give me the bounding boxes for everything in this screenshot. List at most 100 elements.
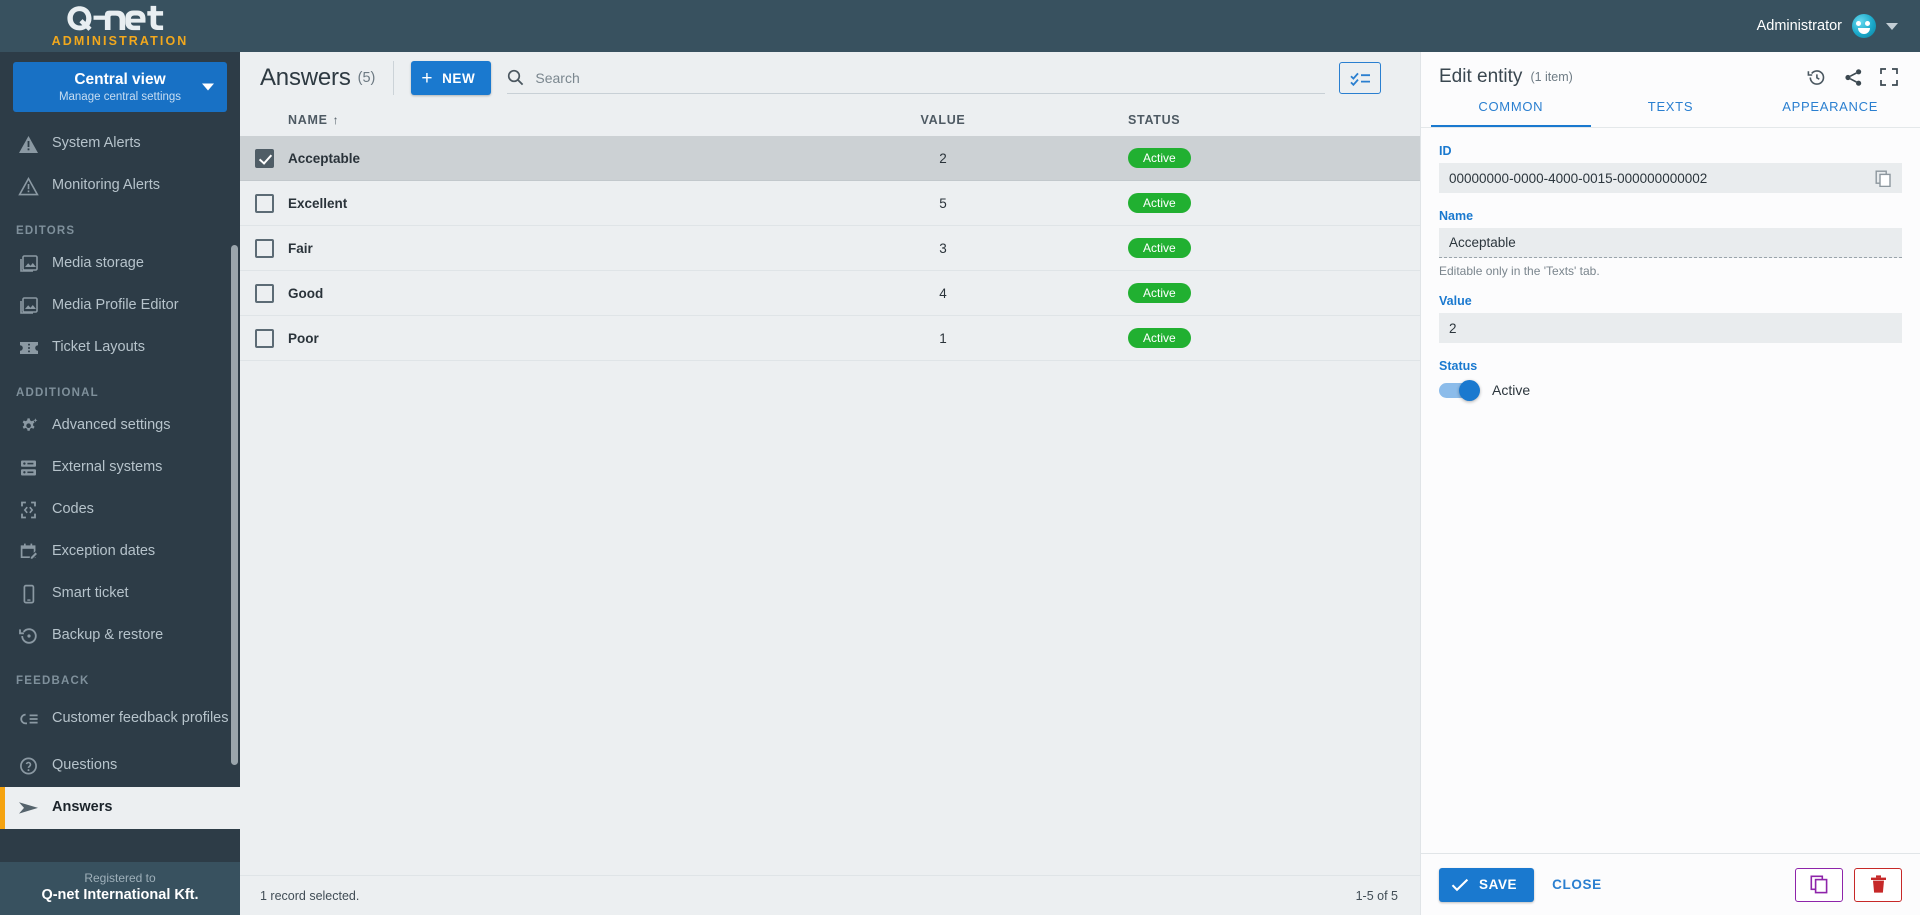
field-id: ID 00000000-0000-4000-0015-000000000002 xyxy=(1439,144,1902,193)
toolbar-divider xyxy=(393,61,395,95)
history-icon[interactable] xyxy=(1807,68,1827,87)
row-checkbox-cell[interactable] xyxy=(240,328,288,348)
sidebar-item-system-alerts[interactable]: System Alerts xyxy=(0,123,240,165)
tab-appearance[interactable]: APPEARANCE xyxy=(1750,99,1910,127)
add-new-label: NEW xyxy=(442,70,476,86)
name-field-hint: Editable only in the 'Texts' tab. xyxy=(1439,264,1600,278)
sidebar-item-exception-dates[interactable]: Exception dates xyxy=(0,531,240,573)
sidebar-item-label: Media storage xyxy=(52,255,144,272)
user-menu[interactable]: Administrator xyxy=(1757,14,1898,38)
sidebar-item-customer-feedback-profiles[interactable]: Customer feedback profiles xyxy=(0,693,240,745)
row-checkbox[interactable] xyxy=(254,193,274,213)
row-checkbox-cell[interactable] xyxy=(240,193,288,213)
checklist-icon xyxy=(1350,70,1371,86)
sidebar-item-label: Codes xyxy=(52,501,94,518)
row-checkbox[interactable] xyxy=(254,238,274,258)
sidebar-item-label: Customer feedback profiles xyxy=(52,710,229,727)
alert-outline-icon xyxy=(18,176,52,196)
panel-form: ID 00000000-0000-4000-0015-000000000002 … xyxy=(1421,128,1920,853)
content-toolbar: Answers (5) + NEW xyxy=(240,52,1420,104)
sidebar-nav: System Alerts Monitoring Alerts EDITORS … xyxy=(0,120,240,862)
row-value: 2 xyxy=(939,150,947,166)
save-button[interactable]: SAVE xyxy=(1439,867,1535,902)
row-checkbox[interactable] xyxy=(254,148,274,168)
sidebar-item-backup-restore[interactable]: Backup & restore xyxy=(0,615,240,657)
table-row[interactable]: Excellent 5 Active xyxy=(240,181,1420,226)
row-name: Poor xyxy=(288,330,319,346)
field-label-value: Value xyxy=(1439,294,1472,308)
selection-status-text: 1 record selected. xyxy=(260,888,360,903)
table-row[interactable]: Acceptable 2 Active xyxy=(240,136,1420,181)
id-value-box: 00000000-0000-4000-0015-000000000002 xyxy=(1439,163,1902,193)
table-row[interactable]: Poor 1 Active xyxy=(240,316,1420,361)
feedback-list-icon xyxy=(18,710,52,728)
sidebar-group-editors: EDITORS xyxy=(16,225,76,237)
table-row[interactable]: Good 4 Active xyxy=(240,271,1420,316)
close-button[interactable]: CLOSE xyxy=(1552,877,1602,892)
sidebar-scrollbar[interactable] xyxy=(231,245,238,765)
status-toggle[interactable] xyxy=(1439,379,1480,401)
row-name: Fair xyxy=(288,240,313,256)
id-value: 00000000-0000-4000-0015-000000000002 xyxy=(1449,170,1708,186)
field-status: Status Active xyxy=(1439,359,1902,401)
table-header-status[interactable]: STATUS xyxy=(1128,113,1373,127)
row-value: 1 xyxy=(939,330,947,346)
row-checkbox[interactable] xyxy=(254,283,274,303)
smiley-avatar-icon xyxy=(1852,14,1876,38)
central-view-title: Central view xyxy=(74,71,166,89)
search-icon xyxy=(507,69,524,86)
search-box[interactable] xyxy=(507,62,1326,94)
table-header-name[interactable]: NAME ↑ xyxy=(288,113,758,127)
calendar-edit-icon xyxy=(18,542,52,562)
sidebar-item-label: Advanced settings xyxy=(52,417,171,434)
sidebar: ADMINISTRATION Central view Manage centr… xyxy=(0,0,240,915)
row-status-cell: Active xyxy=(1128,238,1373,258)
question-circle-icon xyxy=(18,756,52,776)
sidebar-item-answers[interactable]: Answers xyxy=(0,787,240,829)
row-checkbox-cell[interactable] xyxy=(240,148,288,168)
sidebar-group-additional: ADDITIONAL xyxy=(16,387,99,399)
sidebar-item-smart-ticket[interactable]: Smart ticket xyxy=(0,573,240,615)
status-toggle-row: Active xyxy=(1439,379,1902,401)
chevron-down-icon xyxy=(202,83,214,91)
duplicate-button[interactable] xyxy=(1795,867,1843,902)
user-name-label: Administrator xyxy=(1756,18,1842,34)
sidebar-item-ticket-layouts[interactable]: Ticket Layouts xyxy=(0,327,240,369)
page-title: Answers xyxy=(260,64,351,91)
sidebar-item-label: Answers xyxy=(52,799,113,816)
sidebar-group-feedback: FEEDBACK xyxy=(16,675,90,687)
plus-icon: + xyxy=(421,67,434,89)
copy-icon[interactable] xyxy=(1875,170,1892,187)
tab-texts[interactable]: TEXTS xyxy=(1591,99,1751,127)
logo-subtitle: ADMINISTRATION xyxy=(51,33,189,48)
sidebar-item-codes[interactable]: Codes xyxy=(0,489,240,531)
table-header-value[interactable]: VALUE xyxy=(758,113,1128,127)
edit-entity-panel: Edit entity (1 item) COMMON TEXTS APPEAR… xyxy=(1420,52,1920,915)
delete-button[interactable] xyxy=(1854,867,1902,902)
sidebar-item-advanced-settings[interactable]: Advanced settings xyxy=(0,405,240,447)
central-view-switcher[interactable]: Central view Manage central settings xyxy=(13,62,227,112)
sidebar-item-media-storage[interactable]: Media storage xyxy=(0,243,240,285)
tab-common[interactable]: COMMON xyxy=(1431,99,1591,127)
value-input-box[interactable]: 2 xyxy=(1439,313,1902,343)
logo-main-text xyxy=(66,5,174,32)
row-checkbox-cell[interactable] xyxy=(240,283,288,303)
status-toggle-label: Active xyxy=(1492,382,1531,398)
row-name: Acceptable xyxy=(288,150,361,166)
sidebar-item-questions[interactable]: Questions xyxy=(0,745,240,787)
row-checkbox[interactable] xyxy=(254,328,274,348)
column-selector-button[interactable] xyxy=(1339,62,1382,94)
sidebar-item-external-systems[interactable]: External systems xyxy=(0,447,240,489)
row-checkbox-cell[interactable] xyxy=(240,238,288,258)
field-label-name: Name xyxy=(1439,209,1474,223)
add-new-button[interactable]: + NEW xyxy=(411,61,492,95)
sidebar-item-monitoring-alerts[interactable]: Monitoring Alerts xyxy=(0,165,240,207)
row-value: 4 xyxy=(939,285,947,301)
sidebar-item-media-profile-editor[interactable]: Media Profile Editor xyxy=(0,285,240,327)
share-icon[interactable] xyxy=(1844,68,1863,87)
row-value: 3 xyxy=(939,240,947,256)
brand-logo: ADMINISTRATION xyxy=(0,0,240,52)
search-input[interactable] xyxy=(535,69,1326,86)
table-row[interactable]: Fair 3 Active xyxy=(240,226,1420,271)
fullscreen-icon[interactable] xyxy=(1880,68,1898,86)
